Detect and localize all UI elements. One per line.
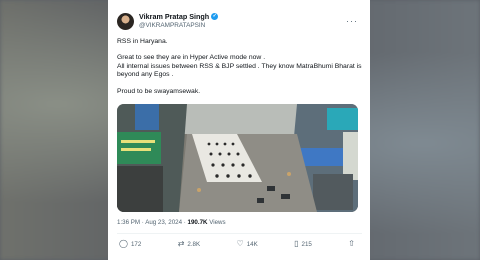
- more-options-icon[interactable]: ···: [346, 16, 358, 26]
- tweet-paragraph: RSS in Haryana.: [117, 38, 168, 45]
- reply-button[interactable]: ◯ 172: [119, 240, 141, 248]
- views-count: 190.7K: [187, 219, 208, 227]
- like-button[interactable]: ♡ 14K: [237, 240, 258, 248]
- author-block: Vikram Pratap Singh ✓ @VIKRAMPRATAPSIN: [139, 12, 219, 30]
- street-march-image: [117, 104, 358, 213]
- author-name-row[interactable]: Vikram Pratap Singh ✓: [139, 12, 219, 21]
- reply-icon: ◯: [119, 239, 128, 249]
- like-count: 14K: [246, 240, 258, 248]
- share-button[interactable]: ⇧: [348, 240, 358, 248]
- tweet-line: All internal issues between RSS & BJP se…: [117, 62, 362, 79]
- reply-count: 172: [130, 240, 142, 248]
- tweet-card: Vikram Pratap Singh ✓ @VIKRAMPRATAPSIN ·…: [108, 0, 370, 260]
- tweet-paragraph: Proud to be swayamsewak.: [117, 87, 201, 95]
- avatar[interactable]: [117, 12, 134, 30]
- repost-count: 2.8K: [187, 240, 201, 248]
- bookmark-button[interactable]: ▯ 215: [294, 240, 312, 248]
- tweet-paragraph: Great to see they are in Hyper Active mo…: [117, 54, 362, 79]
- tweet-meta: 1:36 PM · Aug 23, 2024 · 190.7K Views: [117, 219, 362, 226]
- tweet-line: Great to see they are in Hyper Active mo…: [117, 54, 266, 62]
- like-icon: ♡: [236, 239, 244, 249]
- tweet-video-thumbnail[interactable]: [117, 104, 358, 213]
- timestamp[interactable]: 1:36 PM · Aug 23, 2024 ·: [117, 219, 186, 226]
- author-name[interactable]: Vikram Pratap Singh: [139, 12, 209, 21]
- bookmark-icon: ▯: [294, 239, 299, 249]
- repost-icon: ⇄: [177, 239, 185, 249]
- tweet-header: Vikram Pratap Singh ✓ @VIKRAMPRATAPSIN ·…: [117, 10, 362, 32]
- verified-badge-icon: ✓: [211, 13, 219, 20]
- repost-button[interactable]: ⇄ 2.8K: [178, 240, 200, 248]
- author-handle[interactable]: @VIKRAMPRATAPSIN: [139, 21, 218, 30]
- share-icon: ⇧: [348, 239, 355, 249]
- bookmark-count: 215: [301, 240, 312, 248]
- action-bar: ◯ 172 ⇄ 2.8K ♡ 14K ▯ 215 ⇧: [117, 234, 362, 254]
- tweet-text: RSS in Haryana. Great to see they are in…: [117, 38, 362, 96]
- views-label: Views: [209, 219, 226, 227]
